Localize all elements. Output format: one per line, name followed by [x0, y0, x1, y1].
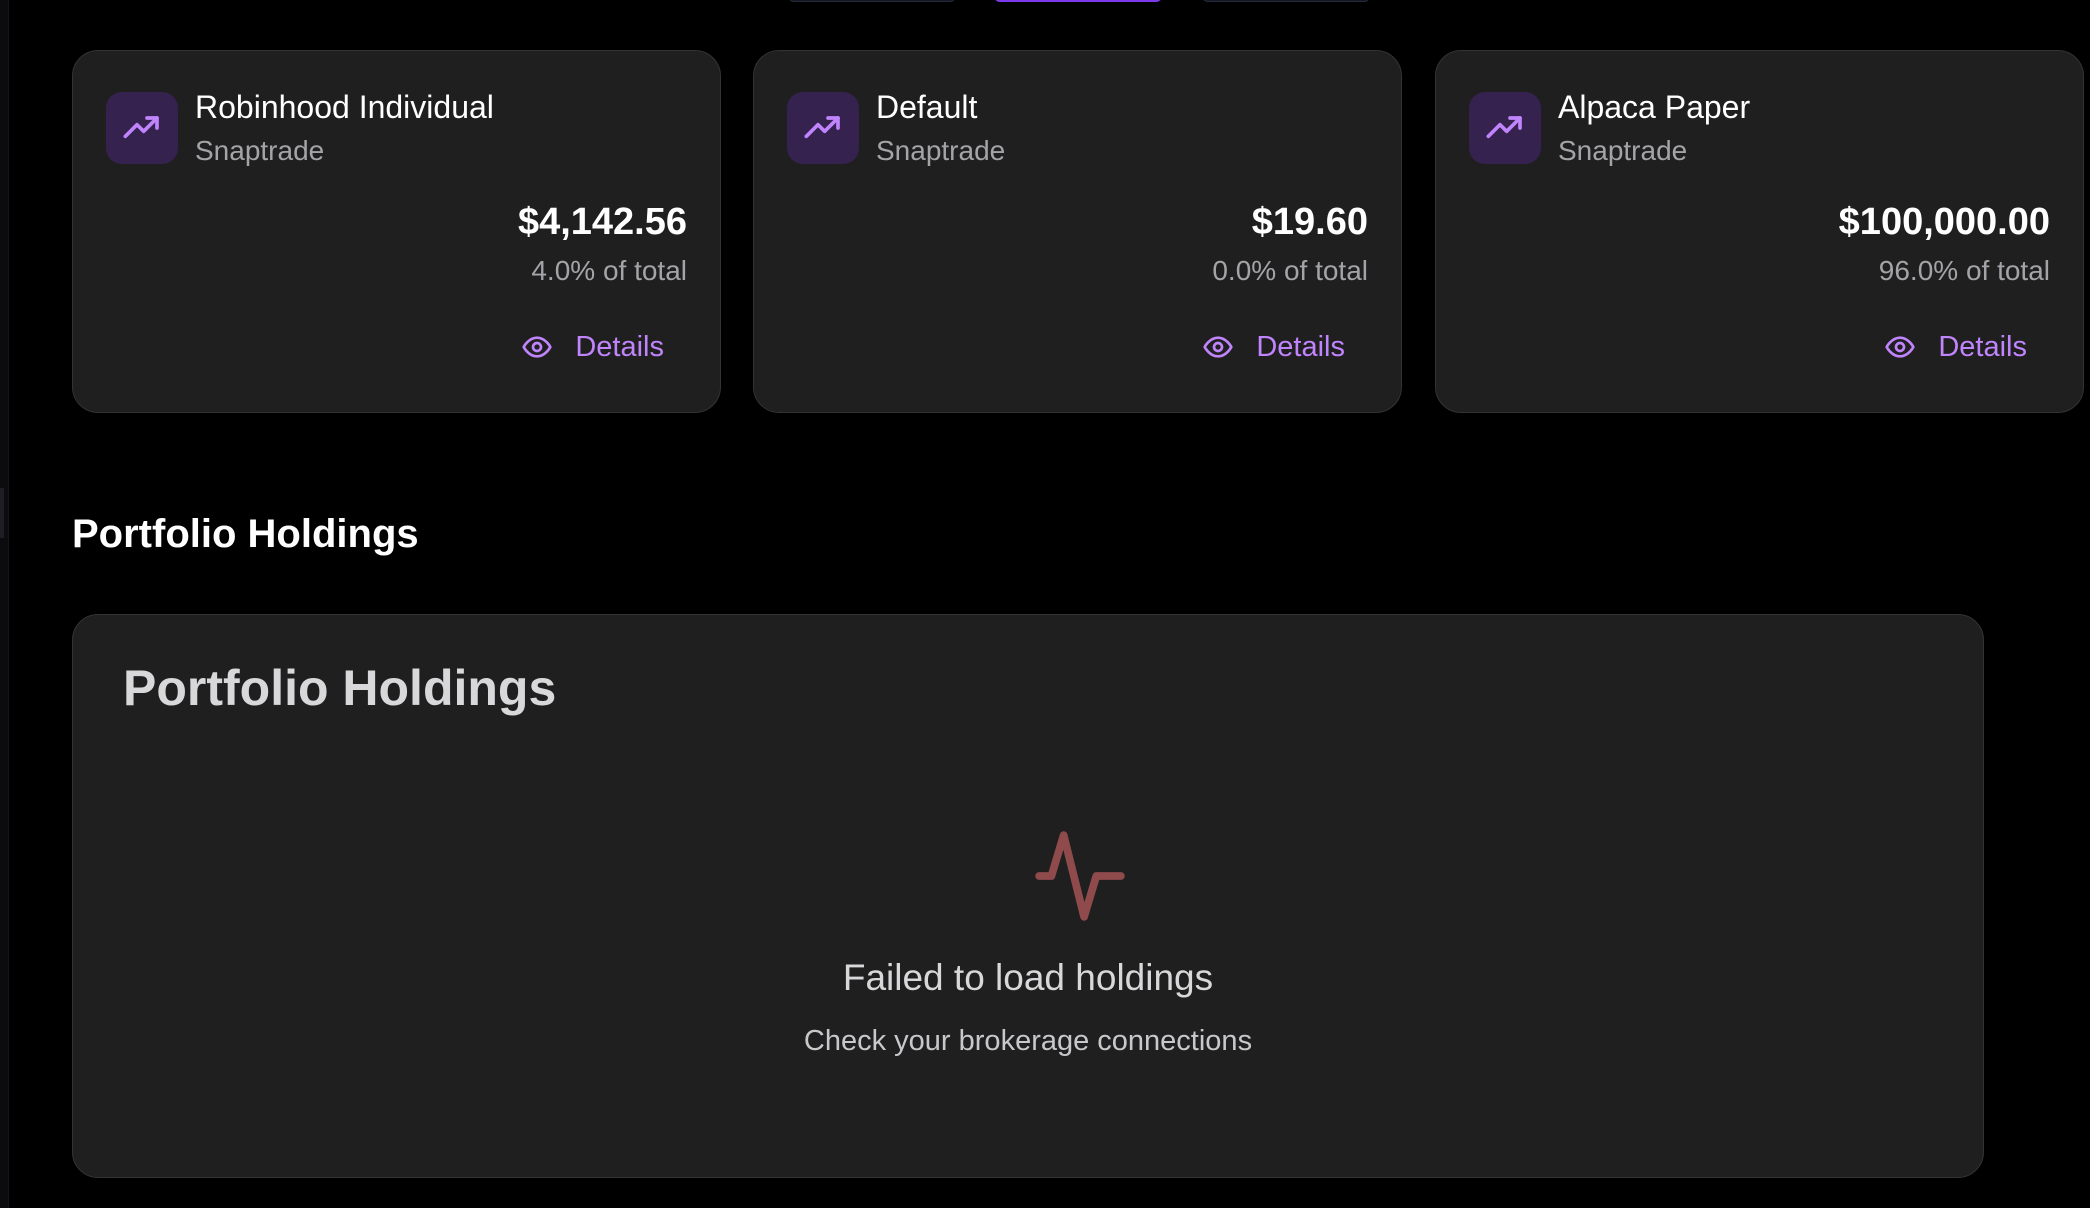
error-subtitle: Check your brokerage connections — [803, 1025, 1253, 1057]
account-cards: Robinhood Individual Snaptrade $4,142.56… — [72, 50, 2084, 413]
section-heading: Portfolio Holdings — [72, 512, 419, 556]
error-title: Failed to load holdings — [842, 957, 1214, 998]
details-label: Details — [575, 330, 664, 363]
account-provider: Snaptrade — [1558, 135, 1688, 166]
account-value: $100,000.00 — [1838, 201, 2050, 243]
holdings-panel-title: Portfolio Holdings — [123, 660, 557, 716]
eye-icon — [1203, 336, 1234, 358]
details-label: Details — [1256, 330, 1345, 363]
account-name: Default — [876, 89, 978, 125]
eye-icon — [1885, 336, 1916, 358]
tab-button-active[interactable] — [994, 0, 1162, 2]
account-card: Robinhood Individual Snaptrade $4,142.56… — [72, 50, 721, 413]
trending-up-icon — [787, 92, 859, 164]
tab-button-3[interactable] — [1202, 0, 1370, 2]
sidebar-edge — [0, 0, 9, 1208]
tab-button-1[interactable] — [788, 0, 956, 2]
account-name: Robinhood Individual — [195, 89, 494, 125]
account-provider: Snaptrade — [876, 135, 1006, 166]
account-provider: Snaptrade — [195, 135, 325, 166]
sidebar-resize-handle[interactable] — [0, 488, 4, 538]
account-share: 4.0% of total — [531, 255, 687, 286]
account-share: 0.0% of total — [1212, 255, 1368, 286]
details-label: Details — [1938, 330, 2027, 363]
account-value: $4,142.56 — [517, 201, 687, 243]
account-card: Default Snaptrade $19.60 0.0% of total D… — [753, 50, 1402, 413]
details-button[interactable]: Details — [1202, 327, 1345, 367]
details-button[interactable]: Details — [1884, 327, 2027, 367]
details-button[interactable]: Details — [521, 327, 664, 367]
eye-icon — [522, 336, 553, 358]
trending-up-icon — [1469, 92, 1541, 164]
account-card: Alpaca Paper Snaptrade $100,000.00 96.0%… — [1435, 50, 2084, 413]
holdings-panel: Portfolio Holdings Failed to load holdin… — [72, 614, 1984, 1178]
activity-pulse-icon — [1035, 831, 1125, 921]
trending-up-icon — [106, 92, 178, 164]
account-name: Alpaca Paper — [1558, 89, 1751, 125]
account-value: $19.60 — [1251, 201, 1368, 243]
account-share: 96.0% of total — [1878, 255, 2050, 286]
